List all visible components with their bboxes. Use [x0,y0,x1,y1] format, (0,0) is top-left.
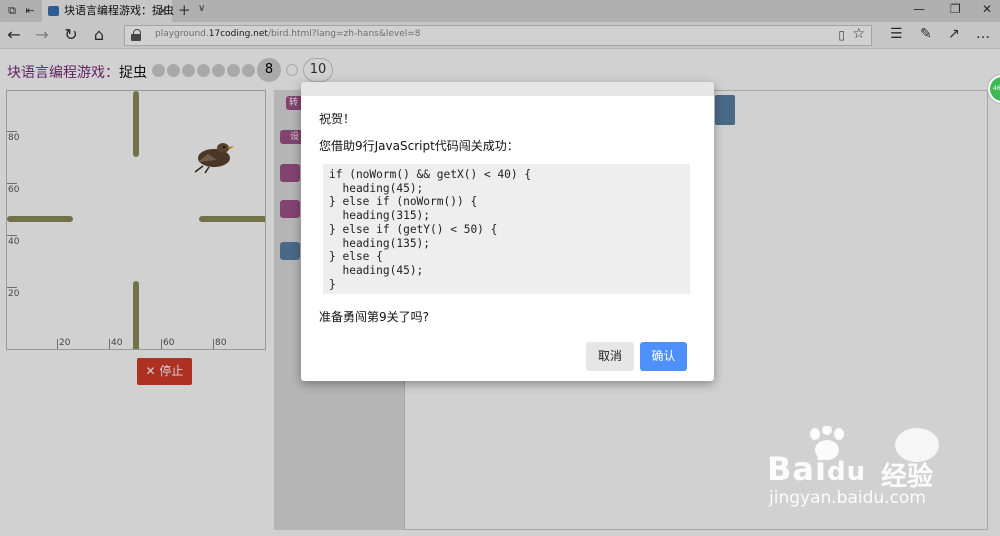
code-line: } else if (noWorm()) { [329,195,478,209]
watermark-url: jingyan.baidu.com [769,488,926,508]
cancel-button[interactable]: 取消 [586,342,634,371]
code-line: heading(45); [329,263,424,277]
success-dialog: 祝贺！ 您借助9行JavaScript代码闯关成功： if (noWorm() … [301,82,714,381]
code-line: if (noWorm() && getX() < 40) { [329,168,532,181]
dialog-question: 准备勇闯第9关了吗? [319,310,430,324]
confirm-button[interactable]: 确认 [640,342,687,371]
code-line: } else { [329,250,383,264]
code-line: heading(315); [329,209,431,223]
code-line: heading(135); [329,236,431,250]
watermark-brand: Baidu [767,450,867,488]
code-line: } else if (getY() < 50) { [329,222,498,236]
code-line: } [329,277,336,291]
dialog-header [301,82,714,96]
baidu-watermark: Baidu 经验 jingyan.baidu.com [765,426,965,516]
dialog-message: 您借助9行JavaScript代码闯关成功： [319,139,519,153]
code-block: if (noWorm() && getX() < 40) { heading(4… [323,164,690,294]
code-line: heading(45); [329,181,424,195]
dialog-title: 祝贺！ [319,112,356,126]
